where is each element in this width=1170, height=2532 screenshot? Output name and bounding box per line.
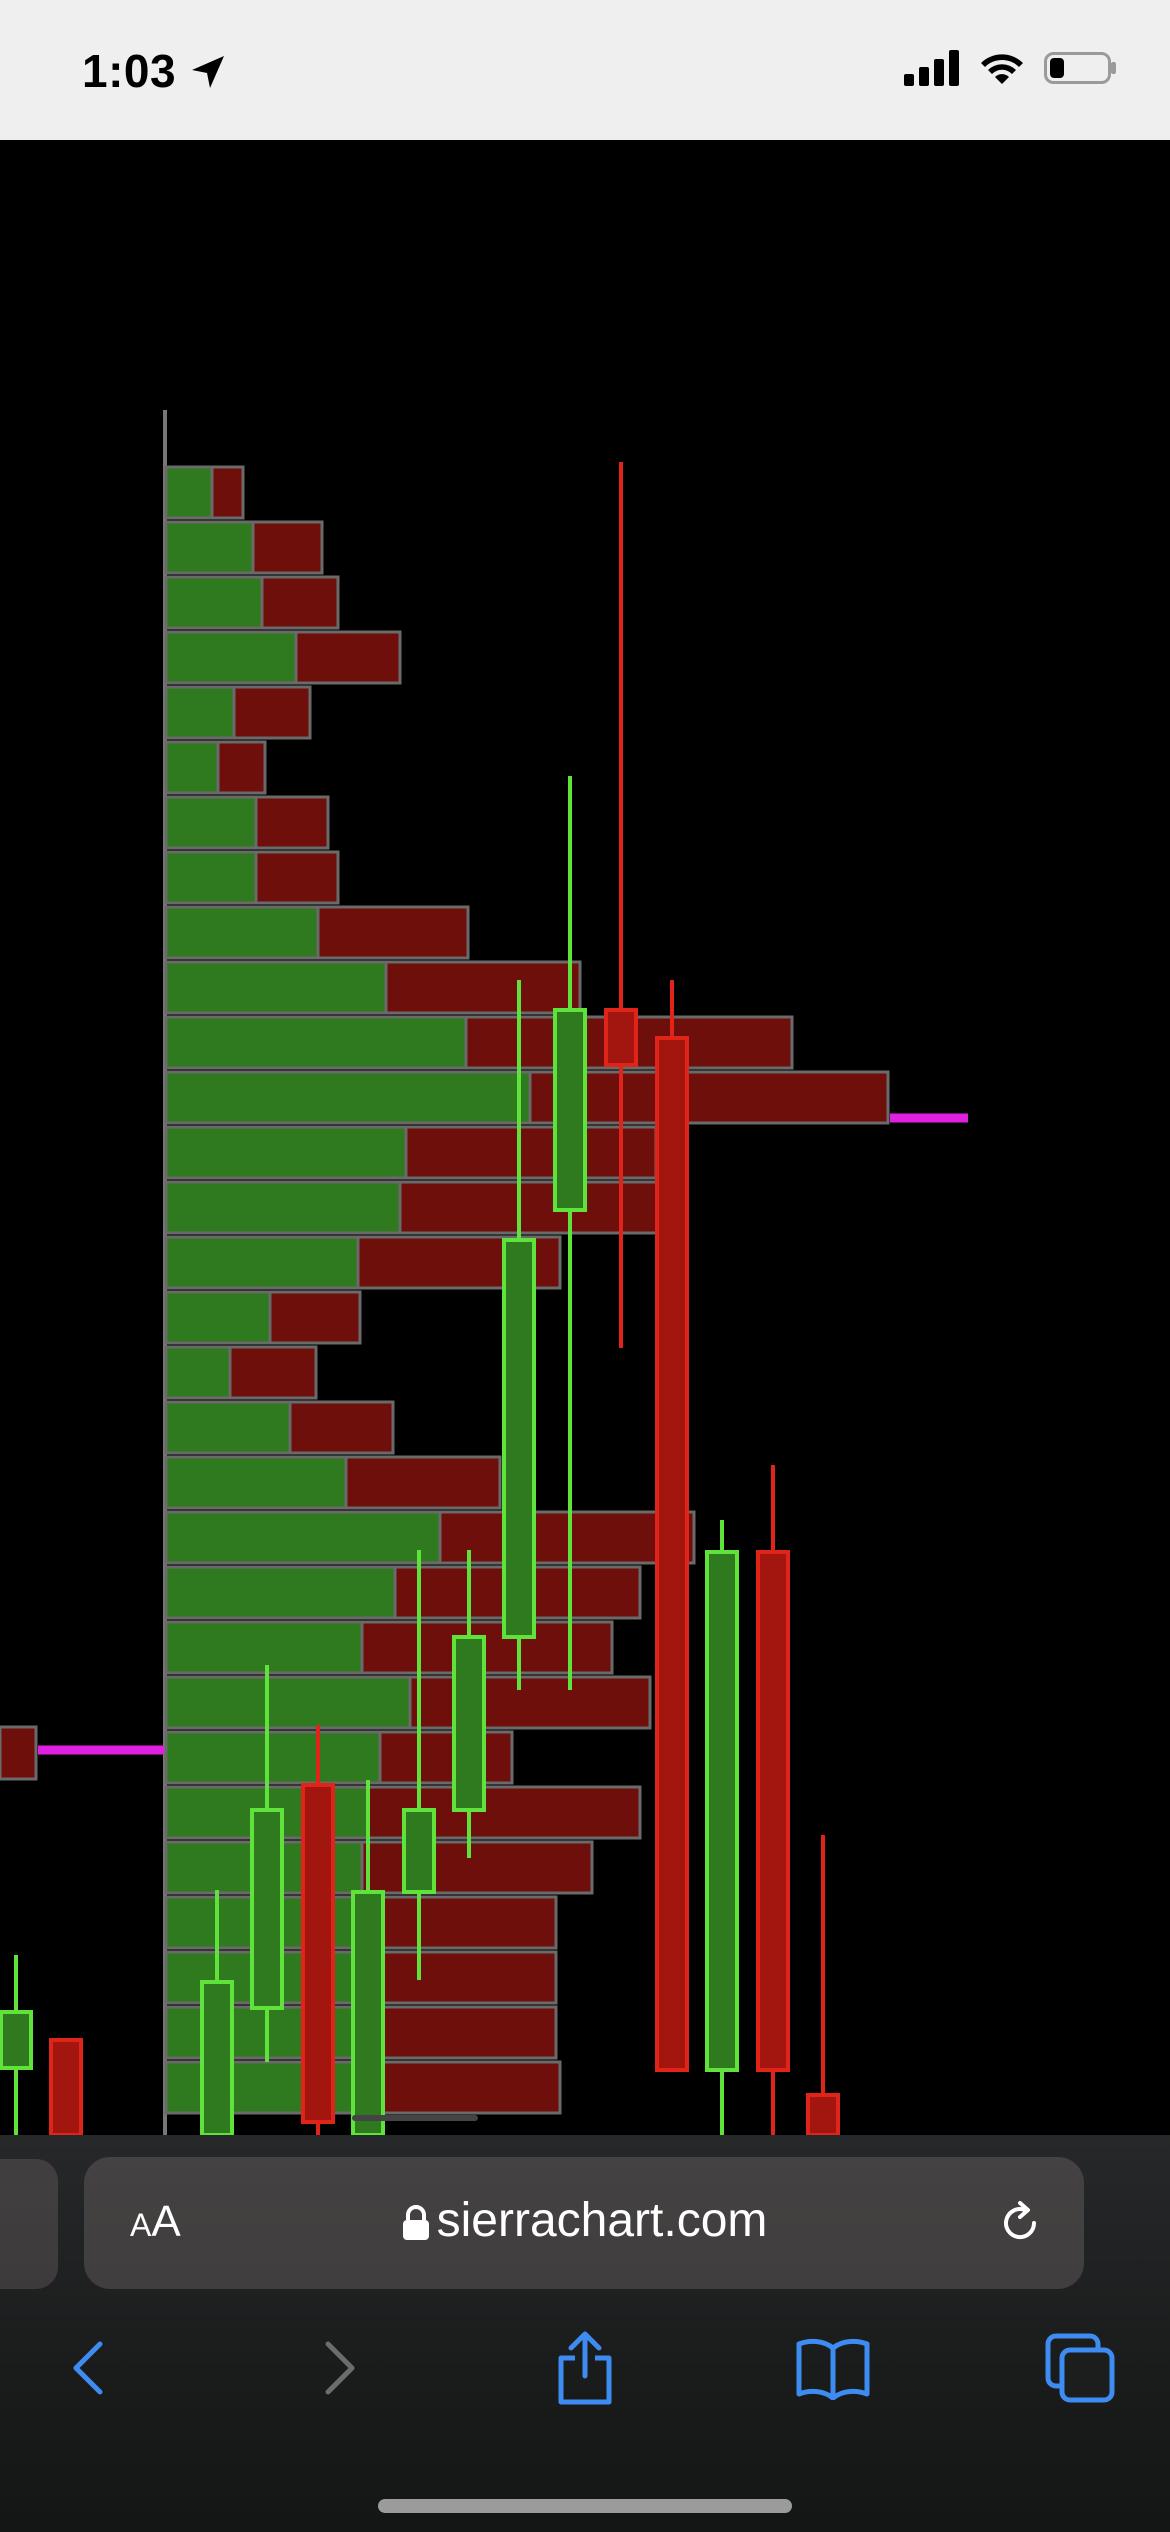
status-time: 1:03 — [82, 45, 177, 97]
profile-bar-sell — [294, 630, 402, 685]
candle-body-down — [756, 1550, 790, 2072]
profile-bar-sell — [378, 1730, 514, 1785]
profile-bar-sell — [398, 1180, 667, 1235]
profile-bar-buy — [164, 960, 388, 1015]
forward-icon — [325, 2341, 355, 2395]
profile-bar-sell — [316, 905, 470, 960]
profile-bar-sell — [228, 1345, 318, 1400]
price-chart[interactable] — [0, 140, 1170, 2135]
status-bar: 1:03 — [0, 0, 1170, 141]
back-icon — [73, 2341, 103, 2395]
profile-bar-buy — [164, 520, 255, 575]
bookmarks-icon — [796, 2338, 870, 2400]
profile-bar-buy — [164, 1675, 412, 1730]
home-indicator — [378, 2499, 792, 2513]
profile-bar-buy — [164, 740, 220, 795]
candle-body-down — [655, 1036, 689, 2072]
candle-body-up — [553, 1008, 587, 1212]
profile-bar-buy — [164, 1180, 402, 1235]
share-button[interactable] — [535, 2323, 635, 2413]
candle-body-up — [351, 1890, 385, 2135]
candle-body-down — [806, 2093, 840, 2135]
candle-body-down — [301, 1783, 335, 2124]
scroll-indicator — [352, 2115, 478, 2121]
profile-bar-sell — [408, 1675, 652, 1730]
candle-body-up — [452, 1635, 486, 1812]
candle-body-up — [250, 1808, 284, 2010]
profile-bar-buy — [164, 1730, 382, 1785]
profile-bar-sell — [0, 1725, 38, 1781]
profile-bar-sell — [384, 960, 582, 1015]
profile-bar-sell — [260, 575, 340, 630]
share-icon — [558, 2331, 612, 2405]
candle-body-up — [705, 1550, 739, 2072]
candle-body-up — [200, 1980, 234, 2135]
profile-bar-sell — [210, 465, 245, 520]
bookmarks-button[interactable] — [783, 2323, 883, 2413]
reload-icon[interactable] — [994, 2197, 1046, 2249]
profile-bar-buy — [164, 1565, 397, 1620]
profile-bar-sell — [232, 685, 312, 740]
profile-bar-buy — [164, 1070, 532, 1125]
address-bar[interactable]: AA sierrachart.com — [84, 2157, 1084, 2289]
profile-bar-buy — [164, 1455, 348, 1510]
profile-bar-sell — [268, 1290, 362, 1345]
location-arrow-icon — [192, 56, 224, 88]
profile-bar-buy — [164, 630, 298, 685]
candle-body-down — [49, 2038, 83, 2135]
previous-tab-peek[interactable] — [0, 2159, 58, 2289]
profile-bar-sell — [404, 1125, 658, 1180]
browser-chrome: AA sierrachart.com — [0, 2135, 1170, 2532]
profile-bar-buy — [164, 685, 236, 740]
url-display[interactable]: sierrachart.com — [84, 2193, 1084, 2248]
profile-bar-sell — [251, 520, 324, 575]
candle-body-down — [604, 1008, 638, 1067]
profile-bar-sell — [354, 1895, 558, 1950]
profile-bar-buy — [164, 1015, 468, 1070]
profile-bar-buy — [164, 575, 264, 630]
profile-bar-buy — [164, 1235, 360, 1290]
profile-bar-buy — [164, 1400, 292, 1455]
profile-bar-sell — [254, 850, 340, 905]
profile-bar-buy — [164, 1345, 232, 1400]
profile-bar-buy — [164, 850, 258, 905]
profile-bar-buy — [164, 465, 214, 520]
profile-bar-buy — [164, 1290, 272, 1345]
browser-toolbar — [0, 2313, 1170, 2423]
profile-bar-sell — [254, 795, 330, 850]
profile-bar-sell — [344, 1455, 502, 1510]
profile-bar-sell — [360, 1620, 614, 1675]
domain-text: sierrachart.com — [436, 2194, 768, 2247]
profile-bar-buy — [164, 1510, 442, 1565]
tabs-icon — [1045, 2333, 1115, 2403]
profile-bar-sell — [360, 1840, 594, 1895]
chart-canvas[interactable] — [0, 140, 1170, 2135]
profile-bar-sell — [288, 1400, 395, 1455]
candle-body-up — [402, 1808, 436, 1894]
profile-bar-buy — [164, 905, 320, 960]
cellular-signal-icon — [904, 50, 959, 86]
profile-bar-buy — [164, 1125, 408, 1180]
back-button[interactable] — [38, 2323, 138, 2413]
wifi-icon — [981, 54, 1023, 84]
candle-body-up — [502, 1238, 536, 1639]
profile-bar-buy — [164, 795, 258, 850]
profile-bar-buy — [164, 1620, 364, 1675]
battery-low-icon — [1044, 52, 1116, 84]
candle-body-up — [0, 2010, 33, 2070]
profile-bar-sell — [216, 740, 267, 795]
forward-button[interactable] — [290, 2323, 390, 2413]
lock-icon — [402, 2205, 429, 2241]
tabs-button[interactable] — [1030, 2323, 1130, 2413]
